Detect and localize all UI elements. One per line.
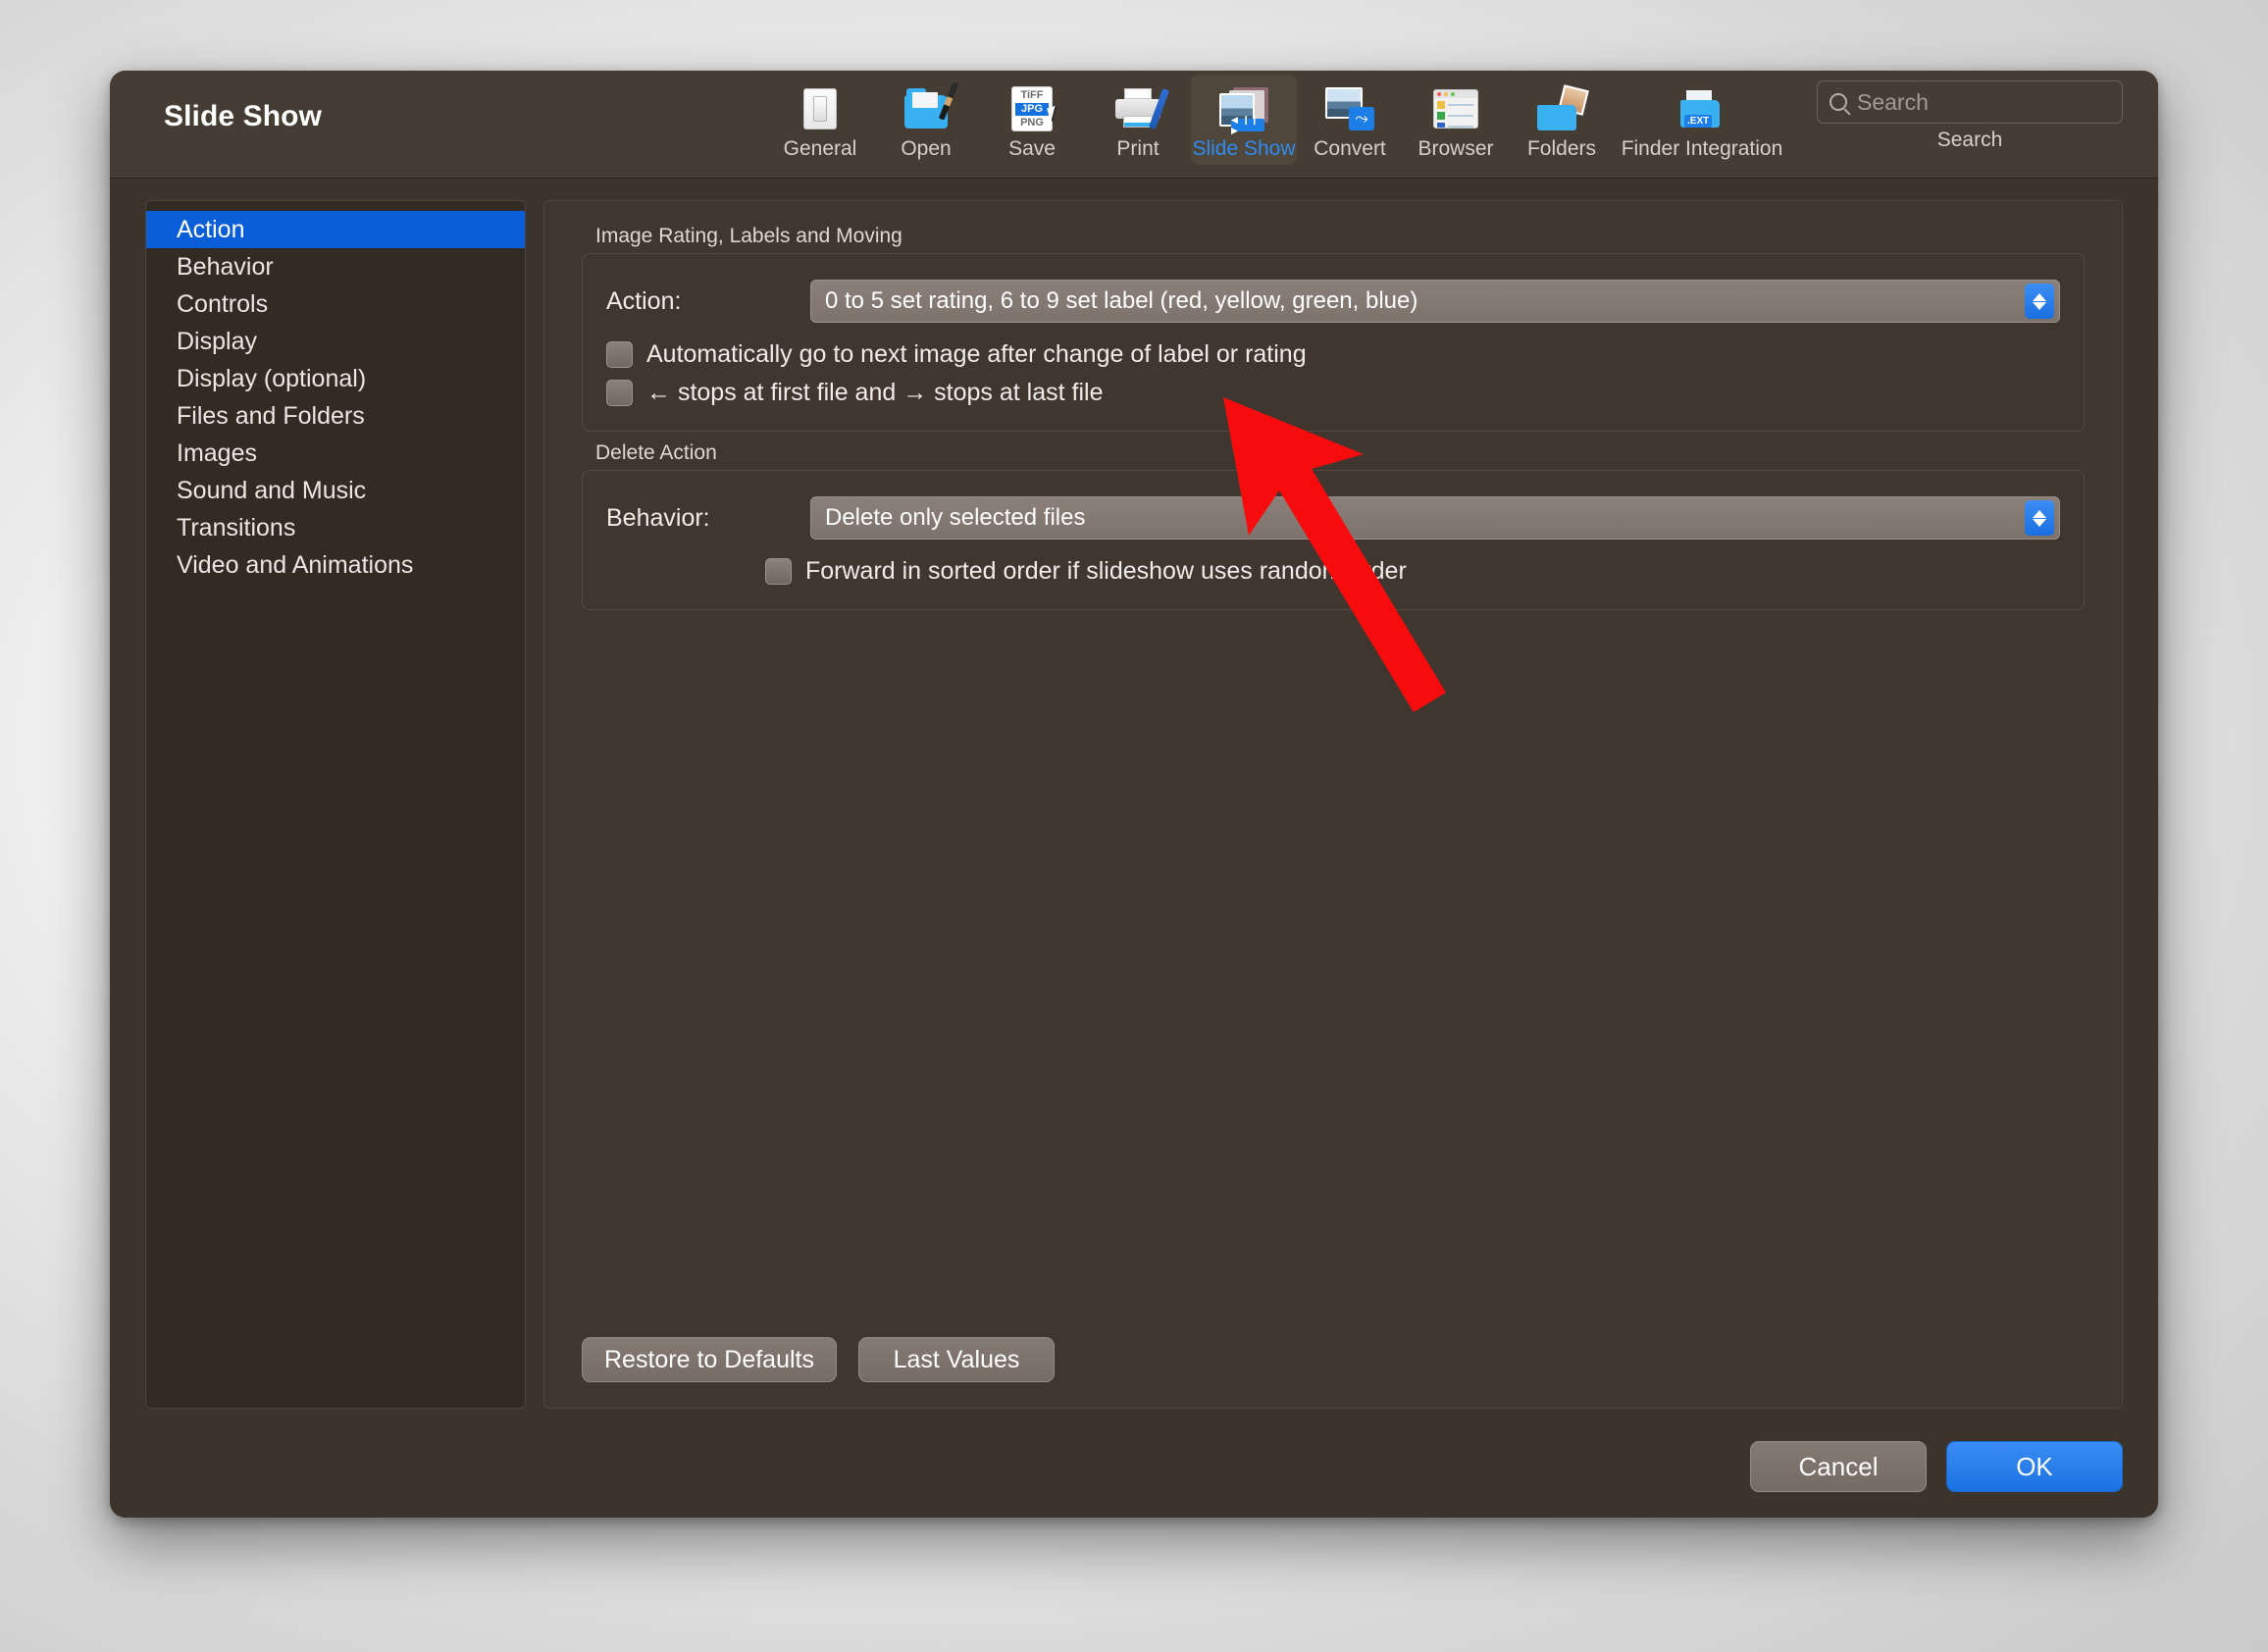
sidebar-item-label: Sound and Music [177,476,367,504]
sidebar-item-label: Video and Animations [177,550,414,579]
sidebar-item-files-and-folders[interactable]: Files and Folders [146,397,525,435]
toolbar-item-convert[interactable]: ⤳ Convert [1297,75,1403,165]
format-jpg-label: JPG [1015,102,1049,116]
sidebar-item-images[interactable]: Images [146,435,525,472]
last-values-button[interactable]: Last Values [858,1337,1055,1382]
pane-buttons: Restore to Defaults Last Values [582,1337,1055,1382]
sidebar-item-label: Display [177,327,257,355]
sidebar-item-controls[interactable]: Controls [146,285,525,323]
settings-pane: Image Rating, Labels and Moving Action: … [543,200,2123,1409]
cancel-button[interactable]: Cancel [1750,1441,1927,1492]
window-body: Action Behavior Controls Display Display… [110,179,2158,1518]
toolbar-item-save[interactable]: TiFF JPG PNG Save [979,75,1085,165]
toolbar-item-folders[interactable]: Folders [1509,75,1615,165]
group-title: Image Rating, Labels and Moving [595,225,902,247]
toolbar-item-label: Save [1008,137,1056,160]
folder-brush-icon [901,81,959,134]
toolbar-item-label: Finder Integration [1621,137,1783,160]
sidebar-item-label: Images [177,439,257,467]
toolbar-item-label: Convert [1314,137,1386,160]
sidebar-item-label: Display (optional) [177,364,367,392]
convert-image-icon: ⤳ [1324,83,1375,134]
format-png-label: PNG [1020,116,1044,129]
group-title: Delete Action [595,441,717,464]
toolbar-item-label: Slide Show [1192,137,1296,160]
restore-to-defaults-button[interactable]: Restore to Defaults [582,1337,837,1382]
search-icon [1830,93,1847,111]
auto-next-label: Automatically go to next image after cha… [646,340,1307,368]
sidebar-item-transitions[interactable]: Transitions [146,509,525,546]
toolbar-item-label: Open [901,137,952,160]
group-box: Action: 0 to 5 set rating, 6 to 9 set la… [582,253,2085,432]
light-switch-icon [795,83,846,134]
sidebar-item-display-optional[interactable]: Display (optional) [146,360,525,397]
behavior-dropdown[interactable]: Delete only selected files [810,496,2060,540]
behavior-field-label: Behavior: [606,503,710,532]
sidebar-item-display[interactable]: Display [146,323,525,360]
toolbar-items: General Open TiFF JPG PNG Save Print ◀ ❙… [767,75,1789,165]
action-dropdown-value: 0 to 5 set rating, 6 to 9 set label (red… [825,287,1418,314]
ok-button[interactable]: OK [1946,1441,2123,1492]
format-tiff-label: TiFF [1020,88,1044,101]
sidebar-item-label: Transitions [177,513,296,542]
toolbar-item-print[interactable]: Print [1085,75,1191,165]
toolbar-item-label: General [783,137,857,160]
toolbar-item-label: Print [1116,137,1160,160]
toolbar-item-finder-integration[interactable]: .EXT Finder Integration [1615,75,1789,165]
stops-at-edges-label: ← stops at first file and → stops at las… [646,379,1104,406]
forward-sorted-checkbox[interactable] [765,558,792,585]
toolbar-item-label: Browser [1418,137,1494,160]
behavior-dropdown-value: Delete only selected files [825,504,1086,531]
group-delete-action: Delete Action Behavior: Delete only sele… [582,441,2085,610]
toolbar: Slide Show General Open TiFF JPG PNG Sav… [110,71,2158,179]
toolbar-item-label: Folders [1526,137,1597,160]
chevron-updown-icon[interactable] [2025,284,2054,319]
slideshow-icon: ◀ ❙❙ ▶ [1218,83,1269,135]
search-box[interactable] [1817,80,2123,124]
group-image-rating: Image Rating, Labels and Moving Action: … [582,225,2085,432]
search-caption: Search [1936,129,2003,151]
sidebar: Action Behavior Controls Display Display… [145,200,526,1409]
toolbar-item-browser[interactable]: Browser [1403,75,1509,165]
sidebar-item-sound-and-music[interactable]: Sound and Music [146,472,525,509]
sidebar-item-behavior[interactable]: Behavior [146,248,525,285]
behavior-field-row: Behavior: Delete only selected files [606,496,2060,540]
checkbox-row-stops-at-edges[interactable]: ← stops at first file and → stops at las… [606,379,2060,407]
dialog-footer: Cancel OK [1750,1441,2123,1492]
sidebar-item-video-and-animations[interactable]: Video and Animations [146,546,525,584]
checkbox-row-auto-next[interactable]: Automatically go to next image after cha… [606,340,2060,369]
browser-window-icon [1430,83,1481,134]
printer-icon [1112,83,1169,134]
action-field-label: Action: [606,286,682,315]
finder-extension-icon: .EXT [1676,83,1727,134]
window-title: Slide Show [164,100,323,132]
sidebar-item-label: Behavior [177,252,274,281]
sidebar-item-label: Controls [177,289,269,318]
action-dropdown[interactable]: 0 to 5 set rating, 6 to 9 set label (red… [810,280,2060,323]
auto-next-checkbox[interactable] [606,341,633,368]
sidebar-item-label: Files and Folders [177,401,365,430]
search-input[interactable] [1857,88,2110,116]
preferences-window: Slide Show General Open TiFF JPG PNG Sav… [110,71,2158,1518]
search-group: Search [1817,80,2123,152]
content-row: Action Behavior Controls Display Display… [145,200,2123,1409]
action-field-row: Action: 0 to 5 set rating, 6 to 9 set la… [606,280,2060,323]
chevron-updown-icon[interactable] [2025,500,2054,536]
folders-photo-icon [1536,83,1589,134]
checkbox-row-forward-sorted[interactable]: Forward in sorted order if slideshow use… [606,557,2060,586]
forward-sorted-label: Forward in sorted order if slideshow use… [805,557,1407,585]
toolbar-item-open[interactable]: Open [873,75,979,165]
sidebar-item-label: Action [177,215,245,243]
stops-at-edges-checkbox[interactable] [606,380,633,406]
toolbar-item-slide-show[interactable]: ◀ ❙❙ ▶ Slide Show [1191,75,1297,165]
slideshow-controls-glyph: ◀ ❙❙ ▶ [1231,115,1264,135]
group-box: Behavior: Delete only selected files For… [582,470,2085,610]
toolbar-item-general[interactable]: General [767,75,873,165]
file-formats-icon: TiFF JPG PNG [1006,83,1059,134]
sidebar-item-action[interactable]: Action [146,211,525,248]
